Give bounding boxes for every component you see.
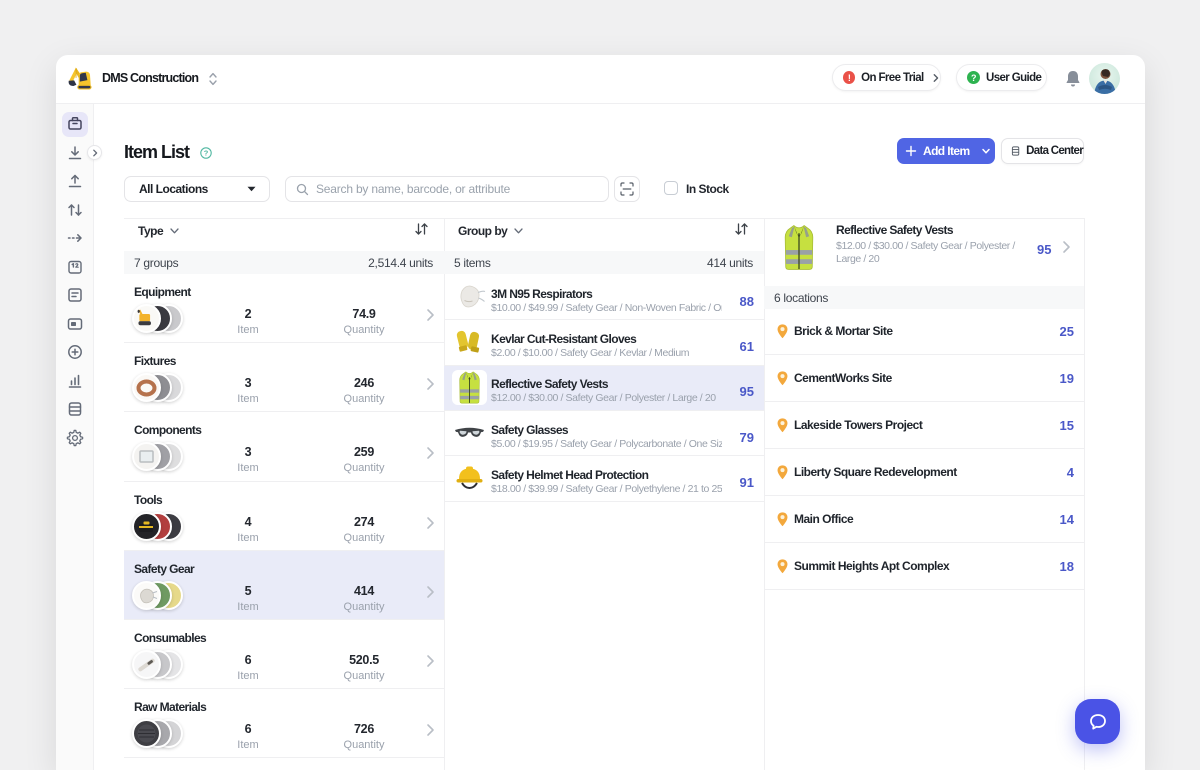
- svg-text:?: ?: [204, 149, 209, 158]
